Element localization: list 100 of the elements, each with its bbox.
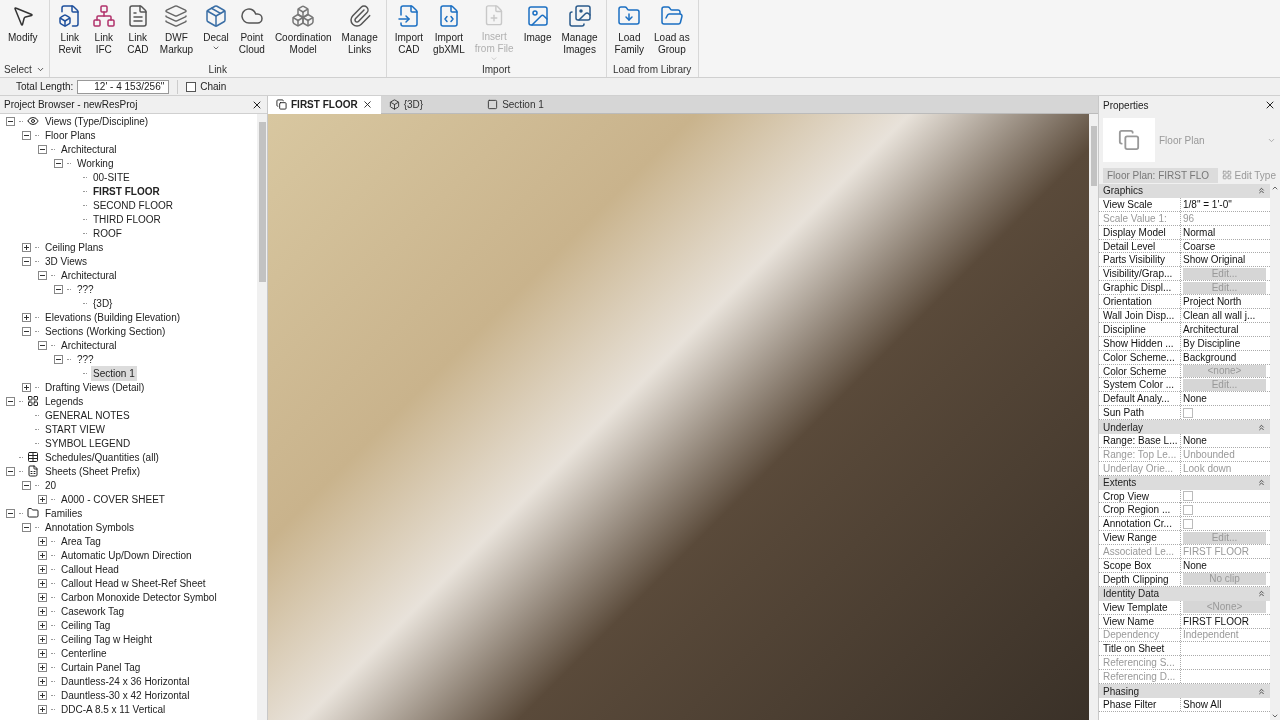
property-value[interactable]: Architectural <box>1183 322 1239 336</box>
tree-item[interactable]: Callout Head w Sheet-Ref Sheet <box>59 575 208 591</box>
expand-icon[interactable] <box>38 704 47 714</box>
tree-item[interactable]: Schedules/Quantities (all) <box>43 449 161 465</box>
ribbon-button[interactable]: Coordination Model <box>270 4 336 62</box>
ribbon-button[interactable]: Point Cloud <box>234 4 269 62</box>
tree-item[interactable]: ??? <box>75 351 96 367</box>
tree-item[interactable]: A000 - COVER SHEET <box>59 491 167 507</box>
tree-item[interactable]: THIRD FLOOR <box>91 211 163 227</box>
tree-item[interactable]: Area Tag <box>59 533 103 549</box>
property-checkbox[interactable] <box>1183 491 1193 502</box>
tree-item[interactable]: Section 1 <box>91 365 137 381</box>
property-value[interactable]: FIRST FLOOR <box>1183 614 1249 628</box>
tree-item[interactable]: SYMBOL LEGEND <box>43 435 133 451</box>
tree-item[interactable]: Centerline <box>59 645 109 661</box>
expand-icon[interactable] <box>22 312 31 322</box>
collapse-icon[interactable] <box>54 284 63 294</box>
collapse-icon[interactable] <box>22 480 31 490</box>
tree-item[interactable]: Ceiling Plans <box>43 239 106 255</box>
collapse-icon[interactable] <box>38 340 47 350</box>
expand-icon[interactable] <box>38 662 47 672</box>
tree-item[interactable]: GENERAL NOTES <box>43 407 132 423</box>
property-value[interactable]: None <box>1183 434 1207 447</box>
close-icon[interactable] <box>361 99 373 110</box>
tree-item[interactable]: Views (Type/Discipline) <box>43 114 151 129</box>
collapse-icon[interactable] <box>6 508 15 518</box>
expand-icon[interactable] <box>38 536 47 546</box>
tree-item[interactable]: {3D} <box>91 295 115 311</box>
collapse-icon[interactable] <box>54 158 63 168</box>
collapse-icon[interactable] <box>22 326 31 336</box>
collapse-icon[interactable] <box>6 466 15 476</box>
tree-item[interactable]: Architectural <box>59 141 119 157</box>
property-value[interactable]: Show All <box>1183 697 1222 711</box>
chain-checkbox[interactable] <box>186 81 197 92</box>
ribbon-button[interactable]: Manage Images <box>557 4 602 62</box>
ribbon-button[interactable]: DWF Markup <box>155 4 198 62</box>
tree-item[interactable]: Ceiling Tag w Height <box>59 631 154 647</box>
view-tab[interactable]: {3D} <box>380 96 432 114</box>
tree-item[interactable]: Families <box>43 505 85 521</box>
tree-item[interactable]: Legends <box>43 393 86 409</box>
tree-item[interactable]: Elevations (Building Elevation) <box>43 309 183 325</box>
view-tab[interactable]: FIRST FLOOR <box>268 96 381 114</box>
view-tab[interactable]: Section 1 <box>479 96 552 114</box>
tree-item[interactable]: Dauntless-30 x 42 Horizontal <box>59 687 192 703</box>
collapse-icon[interactable] <box>54 354 63 364</box>
expand-icon[interactable] <box>38 578 47 588</box>
ribbon-button[interactable]: Decal <box>199 4 233 62</box>
ribbon-button[interactable]: Load as Group <box>650 4 694 62</box>
expand-icon[interactable] <box>38 494 47 504</box>
expand-icon[interactable] <box>38 550 47 560</box>
close-icon[interactable] <box>1264 99 1276 111</box>
tree-item[interactable]: 00-SITE <box>91 169 132 185</box>
collapse-icon[interactable] <box>22 522 31 532</box>
tree-item[interactable]: DDC-A 8.5 x 11 Vertical <box>59 701 168 717</box>
tree-item[interactable]: Ceiling Tag <box>59 617 113 633</box>
expand-icon[interactable] <box>38 592 47 602</box>
tree-item[interactable]: Floor Plans <box>43 127 98 143</box>
property-value[interactable]: None <box>1183 392 1207 406</box>
collapse-icon[interactable] <box>6 396 15 406</box>
tree-item[interactable]: Working <box>75 155 116 171</box>
property-value[interactable]: Project North <box>1183 295 1242 309</box>
ribbon-button[interactable]: Modify <box>4 4 42 62</box>
expand-icon[interactable] <box>38 676 47 686</box>
ribbon-button[interactable]: Import gbXML <box>429 4 469 62</box>
tree-item[interactable]: FIRST FLOOR <box>91 183 162 199</box>
tree-item[interactable]: Curtain Panel Tag <box>59 659 143 675</box>
property-checkbox[interactable] <box>1183 504 1193 515</box>
property-value[interactable]: By Discipline <box>1183 336 1241 350</box>
tree-item[interactable]: ROOF <box>91 225 124 241</box>
tree-item[interactable]: Casework Tag <box>59 603 127 619</box>
ribbon-button[interactable]: Load Family <box>610 4 649 62</box>
tree-item[interactable]: ??? <box>75 281 96 297</box>
scrollbar[interactable] <box>1270 184 1280 720</box>
ribbon-button[interactable]: Image <box>519 4 556 62</box>
scroll-up-icon[interactable] <box>1271 184 1279 192</box>
ribbon-button[interactable]: Link IFC <box>87 4 120 62</box>
ribbon-button[interactable]: Manage Links <box>337 4 382 62</box>
property-value[interactable]: None <box>1183 559 1207 572</box>
expand-icon[interactable] <box>38 564 47 574</box>
tree-item[interactable]: START VIEW <box>43 421 107 437</box>
tree-item[interactable]: Automatic Up/Down Direction <box>59 547 194 563</box>
tree-item[interactable]: Callout Head <box>59 561 121 577</box>
tree-item[interactable]: Sheets (Sheet Prefix) <box>43 463 143 479</box>
tree-item[interactable]: Carbon Monoxide Detector Symbol <box>59 589 219 605</box>
expand-icon[interactable] <box>38 606 47 616</box>
tree-item[interactable]: Drafting Views (Detail) <box>43 379 147 395</box>
collapse-icon[interactable] <box>22 256 31 266</box>
tree-item[interactable]: 20 <box>43 477 59 493</box>
expand-icon[interactable] <box>22 382 31 392</box>
collapse-icon[interactable] <box>22 130 31 140</box>
ribbon-button[interactable]: Link CAD <box>121 4 154 62</box>
expand-icon[interactable] <box>38 634 47 644</box>
property-value[interactable]: Show Original <box>1183 253 1246 267</box>
property-value[interactable]: Normal <box>1183 225 1216 239</box>
collapse-icon[interactable] <box>6 116 15 126</box>
tree-item[interactable]: Annotation Symbols <box>43 519 136 535</box>
tree-item[interactable]: 3D Views <box>43 253 90 269</box>
expand-icon[interactable] <box>38 690 47 700</box>
tree-item[interactable]: Architectural <box>59 267 119 283</box>
length-field[interactable]: 12' - 4 153/256" <box>77 79 170 94</box>
